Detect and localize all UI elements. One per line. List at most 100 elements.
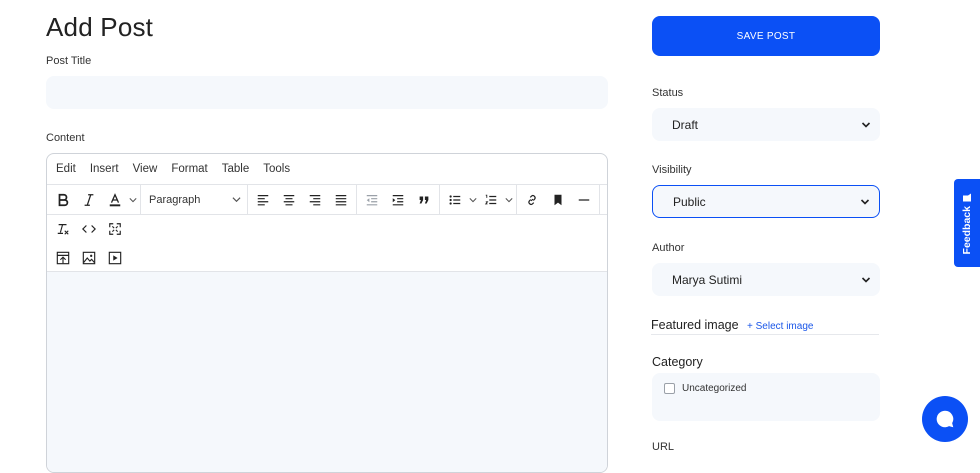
category-checkbox[interactable] xyxy=(664,383,675,394)
status-label: Status xyxy=(652,87,684,99)
featured-image-label: Featured image xyxy=(651,318,739,332)
editor-toolbar-row-3 xyxy=(47,243,128,272)
indent-button[interactable] xyxy=(385,188,411,212)
editor-content-area[interactable] xyxy=(47,271,607,472)
align-left-icon xyxy=(257,194,269,205)
menu-edit[interactable]: Edit xyxy=(56,163,76,175)
editor-toolbar-row-1: Paragraph xyxy=(47,184,607,215)
align-right-button[interactable] xyxy=(302,188,328,212)
code-button[interactable] xyxy=(76,217,102,241)
chevron-down-icon xyxy=(232,197,241,203)
text-color-dropdown[interactable] xyxy=(128,188,138,212)
outdent-icon xyxy=(366,194,378,205)
toolbar-divider xyxy=(599,185,600,214)
bold-button[interactable] xyxy=(50,188,76,212)
visibility-value: Public xyxy=(673,194,706,209)
chevron-down-icon xyxy=(505,197,513,202)
feedback-label: Feedback xyxy=(961,205,973,255)
clear-format-button[interactable] xyxy=(50,217,76,241)
status-select[interactable]: Draft xyxy=(652,108,880,141)
italic-button[interactable] xyxy=(76,188,102,212)
chevron-down-icon xyxy=(469,197,477,202)
code-icon xyxy=(82,224,96,233)
horizontal-rule-button[interactable] xyxy=(571,188,597,212)
url-label: URL xyxy=(652,441,675,453)
chevron-down-icon xyxy=(861,276,871,283)
save-post-button[interactable]: SAVE POST xyxy=(652,16,880,56)
align-center-button[interactable] xyxy=(276,188,302,212)
outdent-button[interactable] xyxy=(359,188,385,212)
align-right-icon xyxy=(309,194,321,205)
indent-icon xyxy=(392,194,404,205)
align-justify-icon xyxy=(335,194,347,205)
bold-icon xyxy=(58,193,69,206)
author-value: Marya Sutimi xyxy=(672,272,743,287)
toolbar-divider xyxy=(516,185,517,214)
menu-view[interactable]: View xyxy=(133,163,158,175)
blockquote-icon xyxy=(419,196,429,203)
toolbar-divider xyxy=(247,185,248,214)
upload-icon xyxy=(56,251,70,264)
chat-widget-button[interactable] xyxy=(922,396,968,442)
align-justify-button[interactable] xyxy=(328,188,354,212)
status-value: Draft xyxy=(672,117,699,132)
chevron-down-icon xyxy=(860,198,870,205)
menu-insert[interactable]: Insert xyxy=(90,163,119,175)
link-icon xyxy=(528,194,536,205)
post-title-label: Post Title xyxy=(46,55,92,67)
author-select[interactable]: Marya Sutimi xyxy=(652,263,880,296)
editor-toolbar-row-2 xyxy=(47,214,128,243)
rich-text-editor: Edit Insert View Format Table Tools Para… xyxy=(46,153,608,473)
align-left-button[interactable] xyxy=(250,188,276,212)
media-button[interactable] xyxy=(102,246,128,270)
feedback-tab[interactable]: Feedback xyxy=(954,179,980,267)
page-title: Add Post xyxy=(46,12,154,42)
fullscreen-button[interactable] xyxy=(102,217,128,241)
chevron-down-icon xyxy=(861,121,871,128)
align-center-icon xyxy=(283,194,295,205)
block-format-select[interactable]: Paragraph xyxy=(143,188,245,212)
chat-bubble-icon xyxy=(963,192,971,201)
visibility-label: Visibility xyxy=(652,164,692,176)
bookmark-button[interactable] xyxy=(545,188,571,212)
blockquote-button[interactable] xyxy=(411,188,437,212)
content-label: Content xyxy=(46,132,85,144)
category-item-label: Uncategorized xyxy=(682,383,747,394)
media-icon xyxy=(108,251,122,264)
visibility-select[interactable]: Public xyxy=(652,185,880,218)
menu-format[interactable]: Format xyxy=(171,163,207,175)
toolbar-divider xyxy=(439,185,440,214)
category-label: Category xyxy=(652,355,703,369)
toolbar-divider xyxy=(356,185,357,214)
text-color-icon xyxy=(109,192,121,206)
bullet-list-dropdown[interactable] xyxy=(468,188,478,212)
featured-image-row: Featured image + Select image xyxy=(651,316,879,335)
image-button[interactable] xyxy=(76,246,102,270)
horizontal-rule-icon xyxy=(578,198,590,201)
bullet-list-icon xyxy=(449,194,461,205)
clear-format-icon xyxy=(57,223,69,235)
upload-button[interactable] xyxy=(50,246,76,270)
text-color-button[interactable] xyxy=(102,188,128,212)
bullet-list-button[interactable] xyxy=(442,188,468,212)
numbered-list-button[interactable] xyxy=(478,188,504,212)
menu-table[interactable]: Table xyxy=(222,163,250,175)
image-icon xyxy=(82,251,96,264)
toolbar-divider xyxy=(140,185,141,214)
numbered-list-dropdown[interactable] xyxy=(504,188,514,212)
fullscreen-icon xyxy=(109,222,121,235)
bookmark-icon xyxy=(554,194,562,205)
post-title-input[interactable] xyxy=(46,76,608,109)
menu-tools[interactable]: Tools xyxy=(263,163,290,175)
select-image-link[interactable]: + Select image xyxy=(747,321,813,332)
block-format-value: Paragraph xyxy=(149,193,201,206)
link-button[interactable] xyxy=(519,188,545,212)
chat-icon xyxy=(936,410,954,428)
author-label: Author xyxy=(652,242,685,254)
chevron-down-icon xyxy=(129,197,137,202)
numbered-list-icon xyxy=(484,194,497,204)
category-box: Uncategorized xyxy=(652,373,880,421)
editor-menubar: Edit Insert View Format Table Tools xyxy=(47,154,304,184)
italic-icon xyxy=(84,193,94,206)
category-item[interactable]: Uncategorized xyxy=(664,383,746,394)
